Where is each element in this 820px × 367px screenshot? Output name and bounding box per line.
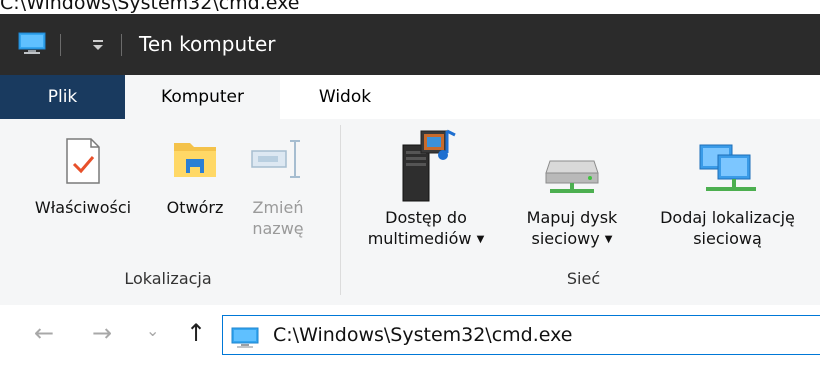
titlebar-separator (60, 34, 61, 56)
tab-komputer[interactable]: Komputer (125, 75, 280, 119)
window-title: Ten komputer (139, 32, 276, 56)
group-label-lokalizacja: Lokalizacja (124, 269, 212, 288)
up-arrow-icon[interactable]: ↑ (186, 319, 206, 347)
open-button[interactable]: Otwórz (155, 119, 235, 218)
address-path-text: C:\Windows\System32\cmd.exe (273, 324, 573, 346)
address-bar-row: ← → ⌄ ↑ C:\Windows\System32\cmd.exe (0, 305, 820, 367)
map-network-drive-button[interactable]: Mapuj dysk sieciowy ▼ (508, 119, 636, 250)
properties-button[interactable]: Właściwości (18, 119, 148, 218)
recent-locations-dropdown-icon[interactable]: ⌄ (146, 321, 159, 340)
media-access-button[interactable]: Dostęp do multimediów ▼ (352, 119, 500, 250)
forward-arrow-icon[interactable]: → (92, 319, 112, 347)
back-arrow-icon[interactable]: ← (34, 319, 54, 347)
network-drive-icon (508, 119, 636, 207)
ribbon-tab-bar: Plik Komputer Widok (0, 75, 820, 119)
titlebar-separator (121, 34, 122, 56)
network-location-icon (640, 119, 815, 207)
window-caption-path: C:\Windows\System32\cmd.exe (0, 0, 300, 14)
address-input[interactable]: C:\Windows\System32\cmd.exe (222, 315, 820, 355)
rename-icon (238, 119, 318, 197)
open-folder-icon (155, 119, 235, 197)
chevron-down-icon: ▼ (604, 234, 613, 245)
ribbon-panel: Właściwości Otwórz Zmień nazwę Lokalizac… (0, 119, 820, 306)
ribbon-group-separator (340, 125, 341, 295)
title-bar: Ten komputer (0, 14, 820, 75)
tab-widok[interactable]: Widok (280, 75, 410, 119)
media-server-icon (352, 119, 500, 207)
quick-access-toolbar-dropdown-icon[interactable] (90, 34, 106, 60)
group-label-siec: Sieć (566, 269, 601, 288)
chevron-down-icon: ▼ (476, 234, 485, 245)
properties-check-icon (18, 119, 148, 197)
computer-icon[interactable] (18, 32, 46, 60)
tab-plik[interactable]: Plik (0, 75, 125, 119)
add-network-location-button[interactable]: Dodaj lokalizację sieciową (640, 119, 815, 249)
rename-button[interactable]: Zmień nazwę (238, 119, 318, 239)
computer-icon (231, 324, 259, 362)
